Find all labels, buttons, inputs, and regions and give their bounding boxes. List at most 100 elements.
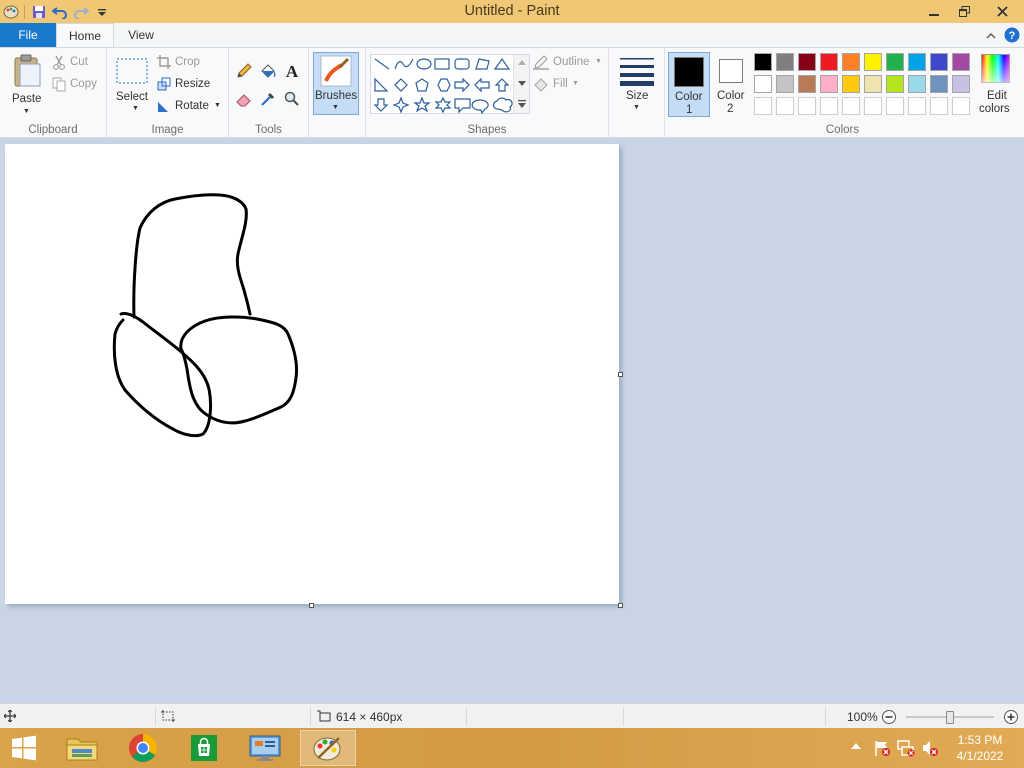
zoom-slider-thumb[interactable] [946,711,954,724]
eraser-icon [236,94,251,107]
outline-button[interactable]: Outline ▼ [533,54,605,72]
custom-color-slot[interactable] [886,97,904,115]
custom-color-slot[interactable] [798,97,816,115]
cursor-position-icon [4,710,16,722]
chrome-icon [128,734,157,762]
fill-button[interactable]: Fill ▼ [533,76,605,94]
fill-tool[interactable] [259,62,277,80]
color-swatch[interactable] [820,53,838,71]
color-swatch[interactable] [842,53,860,71]
zoom-slider[interactable] [906,711,994,724]
brushes-button[interactable]: Brushes ▼ [313,52,359,115]
zoom-out-button[interactable] [881,709,897,725]
tab-view[interactable]: View [116,23,166,47]
pencil-tool[interactable] [235,62,253,80]
taskbar-store[interactable] [176,730,232,766]
custom-color-slot[interactable] [952,97,970,115]
cut-button[interactable]: Cut [52,54,104,72]
resize-button[interactable]: Resize [157,76,225,94]
color-swatch[interactable] [864,75,882,93]
color-spectrum-icon [981,54,1010,83]
color-swatch[interactable] [754,53,772,71]
select-button[interactable]: Select ▼ [113,54,155,116]
magnifier-tool[interactable] [283,90,301,108]
close-button[interactable] [980,0,1024,22]
folder-icon [66,738,98,761]
edit-colors-button[interactable]: Edit colors [975,52,1017,118]
color-picker-tool[interactable] [259,90,277,108]
taskbar-chrome[interactable] [115,730,171,766]
select-rectangle-icon [116,58,148,84]
drawing-canvas[interactable] [5,144,619,604]
crop-label: Crop [175,56,200,68]
color-swatch[interactable] [952,75,970,93]
color-swatch[interactable] [842,75,860,93]
color-swatch[interactable] [886,53,904,71]
color-swatch[interactable] [798,53,816,71]
cut-label: Cut [70,56,88,68]
restore-button[interactable] [949,0,980,22]
tab-home[interactable]: Home [56,23,114,48]
rotate-button[interactable]: Rotate ▼ [157,98,225,116]
left-arrow-shape-icon [474,77,490,93]
tab-file[interactable]: File [0,23,56,47]
color-swatch[interactable] [776,53,794,71]
color-swatch[interactable] [754,75,772,93]
taskbar-file-explorer[interactable] [54,730,110,766]
resize-handle-right[interactable] [618,372,623,377]
copy-button[interactable]: Copy [52,76,104,94]
color-swatch[interactable] [864,53,882,71]
brushes-label: Brushes [315,90,358,102]
custom-color-slot[interactable] [754,97,772,115]
volume-button[interactable] [921,739,939,757]
network-button[interactable] [897,739,915,757]
color-swatch[interactable] [930,75,948,93]
shapes-gallery-grid [373,57,513,115]
show-hidden-icons-button[interactable] [851,741,863,753]
status-separator [155,707,156,726]
start-button[interactable] [0,730,48,766]
custom-color-slot[interactable] [776,97,794,115]
custom-color-slot[interactable] [820,97,838,115]
color-swatch[interactable] [908,53,926,71]
minimize-button[interactable] [918,0,949,22]
right-arrow-shape-icon [454,77,470,93]
zoom-in-button[interactable] [1003,709,1019,725]
color-swatch[interactable] [886,75,904,93]
taskbar-control-panel[interactable] [237,730,293,766]
paste-button[interactable]: Paste ▼ [6,52,48,116]
resize-handle-bottom[interactable] [309,603,314,608]
colors-group: Edit colors Colors [664,48,1019,138]
color-swatch[interactable] [798,75,816,93]
oval-shape-icon [416,58,432,70]
speaker-muted-icon [923,741,938,756]
color-swatch[interactable] [930,53,948,71]
custom-color-slot[interactable] [908,97,926,115]
custom-color-slot[interactable] [864,97,882,115]
color-swatch[interactable] [908,75,926,93]
svg-text:A: A [286,62,299,80]
zoom-level: 100% [847,710,878,724]
crop-button[interactable]: Crop [157,54,225,72]
resize-handle-corner[interactable] [618,603,623,608]
rotate-dropdown-icon: ▼ [214,102,221,109]
action-center-button[interactable] [873,739,891,757]
color-swatch[interactable] [776,75,794,93]
custom-color-slot[interactable] [930,97,948,115]
text-tool[interactable]: A [283,62,301,81]
resize-label: Resize [175,78,211,90]
taskbar-paint[interactable] [300,730,356,766]
minimize-ribbon-icon[interactable] [984,28,998,42]
custom-color-slot[interactable] [842,97,860,115]
rectangle-shape-icon [434,58,450,70]
size-button[interactable]: Size ▼ [612,52,660,116]
color-swatch[interactable] [820,75,838,93]
clock[interactable]: 1:53 PM 4/1/2022 [949,732,1011,766]
help-icon[interactable]: ? [1004,27,1020,43]
shapes-gallery [370,54,530,115]
color-swatch[interactable] [952,53,970,71]
shapes-scrollbar[interactable] [513,55,529,113]
window-controls [918,0,1024,23]
outline-label: Outline [553,56,590,68]
eraser-tool[interactable] [235,90,253,108]
